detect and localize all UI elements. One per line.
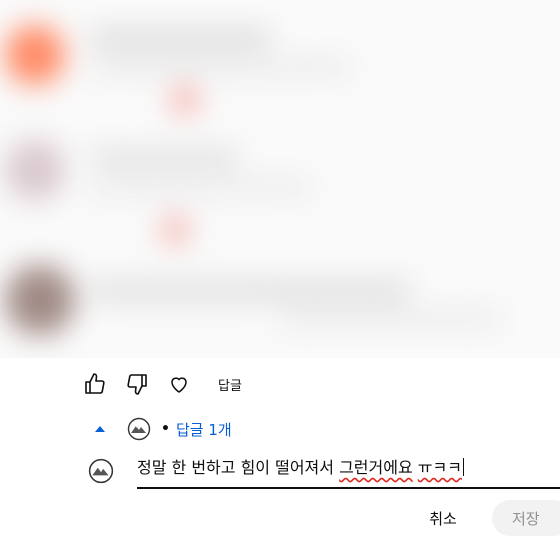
caret-up-icon (95, 426, 105, 432)
text-cursor (462, 458, 464, 476)
like-button[interactable] (80, 369, 110, 399)
save-button[interactable]: 저장 (492, 500, 560, 536)
thumbs-down-icon (127, 374, 147, 395)
blurred-text (280, 310, 500, 326)
dislike-button[interactable] (122, 369, 152, 399)
blurred-text (90, 180, 310, 194)
comment-action-bar: 답글 (80, 368, 242, 400)
spellcheck-flagged-word: ㅠㅋㅋ (417, 458, 462, 477)
blurred-text (90, 150, 240, 166)
blurred-avatar (5, 25, 65, 85)
mountain-logo-icon (127, 417, 151, 441)
blurred-heart (170, 85, 200, 115)
reply-button[interactable]: 답글 (218, 375, 242, 394)
mountain-logo-icon (88, 458, 114, 484)
user-avatar (88, 458, 114, 484)
spellcheck-flagged-word: 그런거에요 (339, 458, 413, 477)
cancel-button[interactable]: 취소 (412, 500, 474, 536)
blurred-text (90, 280, 410, 302)
creator-avatar (127, 417, 151, 441)
thumbs-up-icon (85, 373, 105, 394)
blurred-avatar (5, 265, 75, 335)
replies-toggle[interactable]: • 답글 1개 (90, 414, 232, 444)
blurred-text (90, 30, 270, 48)
reply-text: 정말 한 번하고 힘이 떨어져서 (137, 458, 340, 477)
blurred-comments-area (0, 0, 560, 358)
replies-count: 답글 1개 (175, 420, 232, 439)
separator-dot: • (161, 421, 170, 437)
reply-input[interactable]: 정말 한 번하고 힘이 떨어져서 그런거에요 ㅠㅋㅋ (137, 453, 560, 489)
blurred-heart (160, 215, 190, 245)
heart-outline-icon (171, 377, 187, 393)
blurred-text (90, 60, 350, 74)
blurred-avatar (5, 140, 65, 200)
heart-button[interactable] (164, 369, 194, 399)
